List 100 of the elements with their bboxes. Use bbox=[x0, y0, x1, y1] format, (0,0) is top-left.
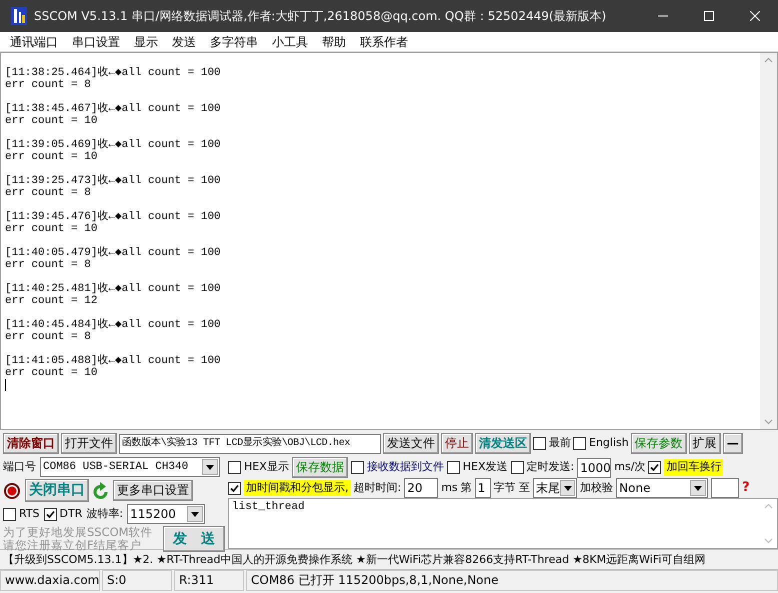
checkbox[interactable] bbox=[228, 482, 241, 495]
check-icon bbox=[229, 482, 240, 494]
help-icon[interactable]: ? bbox=[742, 478, 750, 498]
scroll-down-icon bbox=[764, 419, 773, 425]
checkbox[interactable] bbox=[3, 508, 16, 520]
dropdown-arrow-icon bbox=[206, 464, 214, 470]
checkbox[interactable] bbox=[446, 461, 460, 474]
dropdown-arrow-icon bbox=[694, 486, 702, 491]
menu-item[interactable]: 通讯端口 bbox=[3, 32, 65, 51]
menu-item[interactable]: 联系作者 bbox=[353, 32, 415, 51]
window-title: SSCOM V5.13.1 串口/网络数据调试器,作者:大虾丁丁,2618058@qq.com. QQ群：52502449(最新版本) bbox=[34, 8, 608, 25]
field-label: 波特率: bbox=[86, 506, 124, 522]
field-label: 端口号 bbox=[3, 458, 36, 475]
field-label: ms bbox=[441, 480, 458, 496]
field-label: 字节 至 bbox=[494, 480, 530, 496]
field-label: ms/次 bbox=[614, 459, 646, 476]
checkbox[interactable] bbox=[228, 461, 241, 474]
log-line: err count = 8 bbox=[5, 79, 91, 91]
checkbox[interactable] bbox=[533, 437, 546, 450]
menu-item[interactable]: 发送 bbox=[165, 32, 203, 51]
scroll-down-icon bbox=[764, 538, 773, 544]
field-label: 第 bbox=[460, 480, 472, 496]
scroll-up-icon bbox=[764, 57, 773, 63]
notice-text: 请您注册嘉立创F结尾客户 bbox=[3, 539, 143, 552]
log-line: err count = 10 bbox=[5, 115, 98, 127]
button[interactable]: 关闭串口 bbox=[25, 479, 89, 502]
scroll-up-icon bbox=[764, 503, 773, 510]
checkbox[interactable] bbox=[573, 437, 586, 450]
log-line: [11:39:25.473]收←◆all count = 100 bbox=[5, 175, 221, 187]
dropdown-arrow-icon bbox=[564, 486, 572, 491]
field-label: 超时时间: bbox=[354, 480, 402, 496]
checkbox-label: 加时间戳和分包显示, bbox=[244, 480, 350, 496]
checkbox-label: 加回车换行 bbox=[664, 459, 724, 476]
checkbox[interactable] bbox=[648, 461, 662, 474]
checkbox-label: English bbox=[589, 435, 629, 452]
checkbox-label: RTS bbox=[19, 506, 40, 522]
status-text: www.daxia.com bbox=[0, 570, 100, 591]
log-line: [11:40:45.484]收←◆all count = 100 bbox=[5, 319, 221, 331]
checkbox[interactable] bbox=[44, 508, 57, 520]
dropdown[interactable]: COM86 USB-SERIAL CH340 bbox=[40, 457, 220, 477]
refresh-icon[interactable] bbox=[93, 482, 109, 500]
checkbox-label: HEX发送 bbox=[462, 459, 508, 476]
button[interactable]: 停止 bbox=[441, 433, 473, 454]
status-text: COM86 已打开 115200bps,8,1,None,None bbox=[246, 570, 778, 591]
status-text: S:0 bbox=[102, 570, 172, 591]
menu-item[interactable]: 串口设置 bbox=[65, 32, 127, 51]
button[interactable]: 更多串口设置 bbox=[113, 480, 193, 501]
button[interactable]: 扩展 bbox=[688, 433, 721, 454]
log-line: [11:39:05.469]收←◆all count = 100 bbox=[5, 139, 221, 151]
button[interactable]: — bbox=[722, 433, 743, 454]
status-indicator-icon bbox=[3, 482, 21, 500]
dropdown[interactable]: 末尾 bbox=[533, 478, 578, 498]
log-line: err count = 10 bbox=[5, 223, 98, 235]
checkbox[interactable] bbox=[510, 461, 524, 474]
log-line: [11:40:05.479]收←◆all count = 100 bbox=[5, 247, 221, 259]
menu-item[interactable]: 帮助 bbox=[315, 32, 353, 51]
check-icon bbox=[44, 508, 56, 520]
button[interactable]: 打开文件 bbox=[61, 433, 117, 454]
input-field[interactable]: 20 bbox=[404, 478, 438, 498]
log-line: err count = 8 bbox=[5, 331, 91, 343]
checkbox-label: 定时发送: bbox=[526, 459, 574, 476]
checkbox-label: 最前 bbox=[549, 435, 571, 452]
checkbox-label: 接收数据到文件 bbox=[366, 459, 444, 476]
log-line: err count = 8 bbox=[5, 187, 91, 199]
maximize-icon bbox=[704, 11, 714, 21]
menu-item[interactable]: 显示 bbox=[127, 32, 165, 51]
log-line: err count = 10 bbox=[5, 367, 98, 379]
checkbox-label: DTR bbox=[60, 506, 82, 522]
checkbox[interactable] bbox=[350, 461, 364, 474]
input-field[interactable]: 1 bbox=[474, 478, 491, 498]
input-field[interactable]: 1000 bbox=[577, 458, 612, 478]
input-field[interactable] bbox=[711, 478, 740, 498]
menu-item[interactable]: 小工具 bbox=[265, 32, 315, 51]
close-icon bbox=[750, 11, 760, 21]
text-cursor bbox=[5, 379, 6, 391]
scrollbar[interactable] bbox=[760, 53, 777, 429]
button[interactable]: 清除窗口 bbox=[3, 433, 59, 454]
log-line: [11:40:25.481]收←◆all count = 100 bbox=[5, 283, 221, 295]
menu-item[interactable]: 多字符串 bbox=[203, 32, 265, 51]
field-label: 加校验 bbox=[580, 480, 614, 496]
checkbox-label: HEX显示 bbox=[244, 459, 289, 476]
button[interactable]: 清发送区 bbox=[475, 433, 531, 454]
button[interactable]: 保存数据 bbox=[292, 457, 348, 478]
check-icon bbox=[649, 462, 660, 473]
status-text: R:311 bbox=[174, 570, 244, 591]
dropdown[interactable]: None bbox=[616, 478, 708, 498]
log-line: err count = 12 bbox=[5, 295, 98, 307]
log-line: [11:38:25.464]收←◆all count = 100 bbox=[5, 67, 221, 79]
dropdown-arrow-icon bbox=[191, 512, 200, 516]
log-line: [11:38:45.467]收←◆all count = 100 bbox=[5, 103, 221, 115]
notice-text: 为了更好地发展SSCOM软件 bbox=[3, 526, 153, 539]
dropdown[interactable]: 115200 bbox=[127, 504, 206, 524]
log-line: [11:41:05.488]收←◆all count = 100 bbox=[5, 355, 221, 367]
news-ticker[interactable]: 【升级到SSCOM5.13.1】★2. ★RT-Thread中国人的开源免费操作系统 ★新一代WiFi芯片兼容8266支持RT-Thread ★8KM远距离WiFi可自组网 bbox=[3, 553, 706, 566]
button[interactable]: 发 送 bbox=[163, 526, 225, 552]
log-line: [11:39:45.476]收←◆all count = 100 bbox=[5, 211, 221, 223]
input-field[interactable]: 函数版本\实验13 TFT LCD显示实验\OBJ\LCD.hex bbox=[119, 434, 381, 454]
button[interactable]: 保存参数 bbox=[630, 433, 687, 454]
button[interactable]: 发送文件 bbox=[383, 433, 439, 454]
log-line: err count = 8 bbox=[5, 259, 91, 271]
